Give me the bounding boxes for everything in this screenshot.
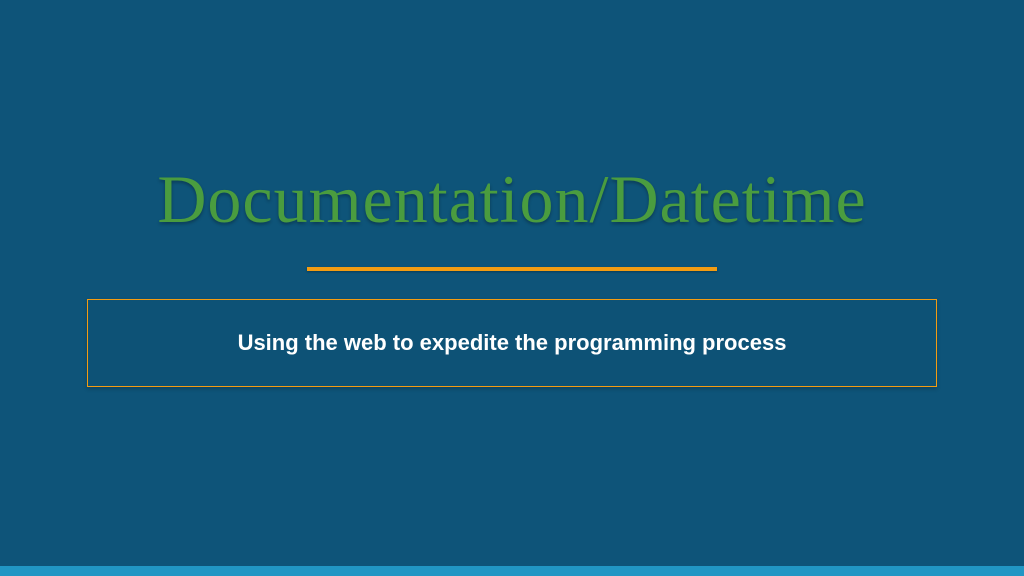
subtitle-box: Using the web to expedite the programmin… bbox=[87, 299, 937, 387]
title-divider bbox=[307, 267, 717, 271]
slide-title: Documentation/Datetime bbox=[157, 160, 866, 239]
bottom-accent-bar bbox=[0, 566, 1024, 576]
slide-container: Documentation/Datetime Using the web to … bbox=[0, 0, 1024, 576]
slide-subtitle: Using the web to expedite the programmin… bbox=[238, 330, 787, 356]
